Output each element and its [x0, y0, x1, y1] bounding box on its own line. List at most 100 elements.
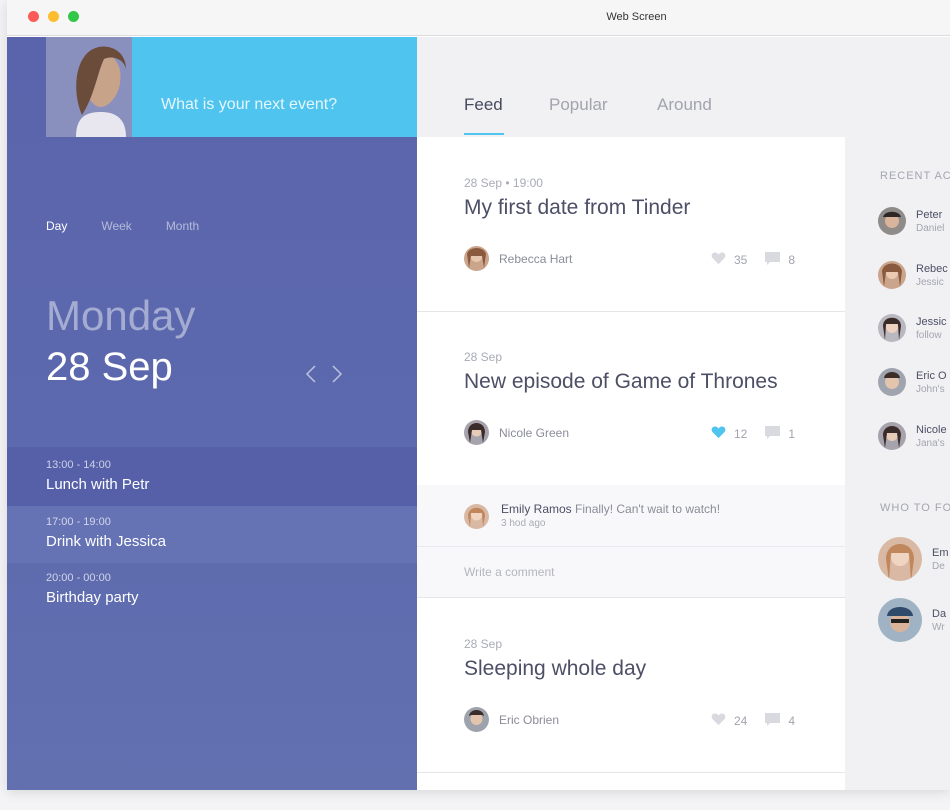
- comment-input-placeholder: Write a comment: [464, 565, 555, 579]
- avatar: [464, 504, 489, 529]
- who-to-follow-heading: WHO TO FO: [880, 502, 950, 514]
- like-button[interactable]: 35: [711, 252, 747, 268]
- follow-suggestion[interactable]: Em De: [878, 537, 949, 581]
- heart-icon: [711, 252, 726, 268]
- comment-count: 1: [788, 427, 795, 441]
- avatar: [878, 598, 922, 642]
- title-bar: Web Screen: [7, 0, 950, 36]
- avatar: [464, 420, 489, 445]
- follow-name: Em: [932, 546, 949, 559]
- feed-card[interactable]: 28 Sep New episode of Game of Thrones Ni…: [417, 312, 845, 487]
- activity-item[interactable]: Nicole Jana's: [878, 422, 947, 450]
- activity-item[interactable]: Rebec Jessic: [878, 261, 948, 289]
- post-author[interactable]: Eric Obrien: [464, 707, 559, 732]
- event-title: Birthday party: [46, 589, 139, 606]
- comment-text: Finally! Can't wait to watch!: [575, 502, 721, 516]
- heart-icon: [711, 426, 726, 442]
- calendar-panel: What is your next event? Day Week Month …: [7, 37, 417, 790]
- tab-popular[interactable]: Popular: [549, 95, 608, 115]
- comment-author[interactable]: Emily Ramos: [501, 502, 572, 516]
- feed-tabs: Feed Popular Around: [417, 37, 950, 137]
- avatar: [464, 246, 489, 271]
- follow-sub: De: [932, 560, 945, 572]
- date-navigation: [305, 364, 343, 389]
- comment-button[interactable]: 4: [765, 713, 795, 729]
- event-item[interactable]: 13:00 - 14:00 Lunch with Petr: [7, 447, 417, 506]
- activity-item[interactable]: Eric O John's: [878, 368, 947, 396]
- post-stats: 12 1: [693, 426, 795, 442]
- tab-month[interactable]: Month: [166, 219, 199, 233]
- comment-count: 8: [788, 253, 795, 267]
- event-title: Drink with Jessica: [46, 533, 167, 550]
- comment-icon: [765, 426, 781, 442]
- like-count: 12: [733, 427, 748, 441]
- activity-name: Rebec: [916, 262, 948, 275]
- tab-day[interactable]: Day: [46, 219, 67, 233]
- like-count: 35: [733, 253, 748, 267]
- tab-around[interactable]: Around: [657, 95, 712, 115]
- event-title: Lunch with Petr: [46, 476, 150, 493]
- day-date: 28 Sep: [46, 345, 173, 389]
- author-name: Eric Obrien: [499, 712, 560, 727]
- period-tabs: Day Week Month: [46, 219, 199, 233]
- like-button[interactable]: 24: [711, 713, 747, 729]
- post-date: 28 Sep: [464, 350, 503, 364]
- app-window: Web Screen What is your next event? Day …: [7, 0, 950, 790]
- post-author[interactable]: Rebecca Hart: [464, 246, 572, 271]
- comment-button[interactable]: 8: [765, 252, 795, 268]
- tab-week[interactable]: Week: [101, 219, 131, 233]
- comment-count: 4: [788, 714, 795, 728]
- avatar: [464, 707, 489, 732]
- comment-item: Emily Ramos Finally! Can't wait to watch…: [417, 485, 845, 547]
- follow-name: Da: [932, 607, 947, 620]
- new-event-prompt-text: What is your next event?: [161, 96, 338, 113]
- activity-item[interactable]: Peter Daniel: [878, 207, 944, 235]
- post-stats: 35 8: [693, 252, 795, 268]
- follow-suggestion[interactable]: Da Wr: [878, 598, 946, 642]
- avatar: [878, 368, 906, 396]
- event-time: 20:00 - 00:00: [46, 572, 111, 584]
- feed-card[interactable]: 28 Sep • 19:00 My first date from Tinder…: [417, 137, 845, 312]
- like-button[interactable]: 12: [711, 426, 747, 442]
- activity-sub: Daniel: [916, 222, 945, 234]
- activity-sub: Jana's: [916, 437, 945, 449]
- comment-time: 3 hod ago: [501, 518, 546, 529]
- event-time: 17:00 - 19:00: [46, 516, 111, 528]
- post-author[interactable]: Nicole Green: [464, 420, 569, 445]
- comment-button[interactable]: 1: [765, 426, 795, 442]
- chevron-right-icon[interactable]: [331, 364, 343, 389]
- tab-feed[interactable]: Feed: [464, 95, 503, 115]
- comment-input[interactable]: Write a comment: [417, 547, 845, 598]
- activity-sub: Jessic: [916, 276, 944, 288]
- activity-item[interactable]: Jessic follow: [878, 314, 947, 342]
- comment-icon: [765, 252, 781, 268]
- event-item[interactable]: 20:00 - 00:00 Birthday party: [7, 563, 417, 621]
- chevron-left-icon[interactable]: [305, 364, 317, 389]
- activity-name: Nicole: [916, 423, 947, 436]
- active-tab-indicator: [464, 133, 504, 135]
- activity-sub: follow: [916, 329, 942, 341]
- activity-sub: John's: [916, 383, 945, 395]
- comment-icon: [765, 713, 781, 729]
- event-item[interactable]: 17:00 - 19:00 Drink with Jessica: [7, 506, 417, 563]
- author-name: Rebecca Hart: [499, 251, 573, 266]
- new-event-prompt[interactable]: What is your next event?: [132, 37, 417, 137]
- activity-sidebar: RECENT AC Peter Daniel Rebec Jessic Jessic…: [845, 137, 950, 790]
- activity-name: Peter: [916, 208, 943, 221]
- feed-card[interactable]: 28 Sep Sleeping whole day Eric Obrien 24…: [417, 598, 845, 773]
- post-date: 28 Sep: [464, 637, 503, 651]
- avatar: [878, 422, 906, 450]
- post-title: New episode of Game of Thrones: [464, 370, 778, 393]
- avatar: [878, 207, 906, 235]
- activity-name: Jessic: [916, 315, 947, 328]
- heart-icon: [711, 713, 726, 729]
- post-stats: 24 4: [693, 713, 795, 729]
- user-avatar[interactable]: [46, 37, 132, 137]
- event-time: 13:00 - 14:00: [46, 459, 111, 471]
- recent-activity-heading: RECENT AC: [880, 170, 950, 182]
- avatar: [878, 314, 906, 342]
- avatar: [878, 537, 922, 581]
- day-name: Monday: [46, 292, 196, 339]
- feed-list: 28 Sep • 19:00 My first date from Tinder…: [417, 137, 845, 790]
- avatar: [878, 261, 906, 289]
